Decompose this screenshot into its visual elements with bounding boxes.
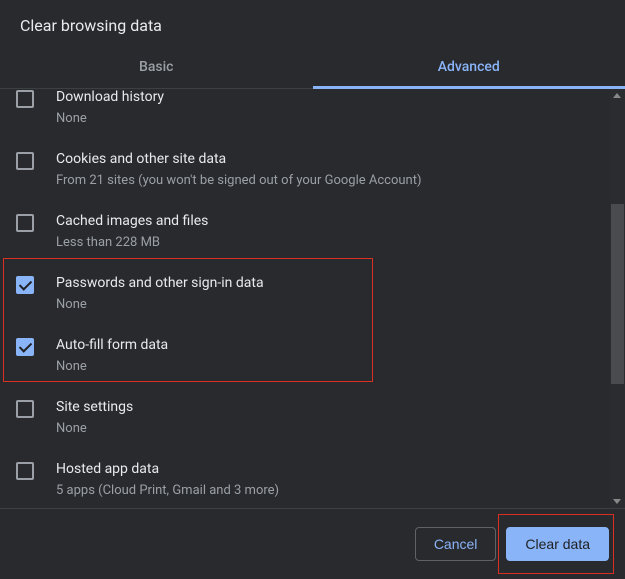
clear-browsing-data-dialog: Clear browsing data Basic Advanced Downl… [0, 0, 625, 579]
option-text: Site settings None [56, 397, 609, 439]
option-cookies[interactable]: Cookies and other site data From 21 site… [0, 139, 625, 201]
scroll-up-icon[interactable] [613, 93, 621, 98]
option-hosted-app-data[interactable]: Hosted app data 5 apps (Cloud Print, Gma… [0, 449, 625, 509]
option-label: Cookies and other site data [56, 149, 609, 169]
checkbox-download-history[interactable] [16, 90, 34, 108]
option-subtext: None [56, 419, 609, 439]
confirm-button-wrap: Clear data [506, 527, 609, 561]
option-label: Cached images and files [56, 211, 609, 231]
checkbox-passwords[interactable] [16, 276, 34, 294]
scroll-down-icon[interactable] [613, 499, 621, 504]
option-site-settings[interactable]: Site settings None [0, 387, 625, 449]
option-subtext: None [56, 109, 609, 129]
dialog-footer: Cancel Clear data [0, 509, 625, 579]
option-text: Auto-fill form data None [56, 335, 609, 377]
checkbox-autofill[interactable] [16, 338, 34, 356]
options-list: Download history None Cookies and other … [0, 89, 625, 509]
option-download-history[interactable]: Download history None [0, 89, 625, 139]
options-scroll-area: Download history None Cookies and other … [0, 89, 625, 509]
tab-bar: Basic Advanced [0, 47, 625, 89]
option-text: Cookies and other site data From 21 site… [56, 149, 609, 191]
option-subtext: 5 apps (Cloud Print, Gmail and 3 more) [56, 481, 609, 501]
checkbox-site-settings[interactable] [16, 400, 34, 418]
option-text: Download history None [56, 89, 609, 129]
option-label: Hosted app data [56, 459, 609, 479]
checkbox-hosted-app-data[interactable] [16, 462, 34, 480]
option-cached-images[interactable]: Cached images and files Less than 228 MB [0, 201, 625, 263]
tab-basic[interactable]: Basic [0, 47, 313, 88]
checkbox-cached-images[interactable] [16, 214, 34, 232]
option-label: Auto-fill form data [56, 335, 609, 355]
cancel-button[interactable]: Cancel [415, 527, 497, 561]
tab-advanced[interactable]: Advanced [313, 47, 625, 88]
option-subtext: Less than 228 MB [56, 233, 609, 253]
option-label: Passwords and other sign-in data [56, 273, 609, 293]
checkbox-cookies[interactable] [16, 152, 34, 170]
option-text: Cached images and files Less than 228 MB [56, 211, 609, 253]
option-label: Download history [56, 89, 609, 107]
option-label: Site settings [56, 397, 609, 417]
option-subtext: None [56, 295, 609, 315]
option-subtext: None [56, 357, 609, 377]
scroll-thumb[interactable] [611, 204, 624, 384]
option-passwords[interactable]: Passwords and other sign-in data None [0, 263, 625, 325]
option-text: Passwords and other sign-in data None [56, 273, 609, 315]
clear-data-button[interactable]: Clear data [506, 527, 609, 561]
option-autofill[interactable]: Auto-fill form data None [0, 325, 625, 387]
option-text: Hosted app data 5 apps (Cloud Print, Gma… [56, 459, 609, 501]
dialog-title: Clear browsing data [0, 0, 625, 47]
tab-label: Advanced [438, 59, 500, 75]
tab-label: Basic [139, 59, 173, 75]
option-subtext: From 21 sites (you won't be signed out o… [56, 171, 609, 191]
scrollbar[interactable] [610, 89, 625, 508]
